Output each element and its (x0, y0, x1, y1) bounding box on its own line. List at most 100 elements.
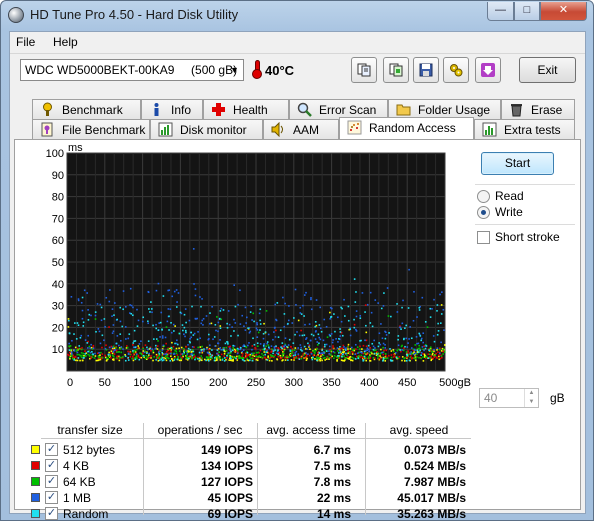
data-point (431, 352, 434, 355)
data-point (343, 350, 346, 353)
drive-select[interactable]: WDC WD5000BEKT-00KA9 (500 gB) ▼ (20, 59, 244, 81)
close-button[interactable]: ✕ (540, 2, 587, 21)
data-point (300, 313, 303, 315)
menu-help[interactable]: Help (53, 35, 78, 49)
data-point (436, 349, 438, 351)
data-point (157, 282, 160, 285)
data-point (255, 355, 258, 358)
data-point (353, 348, 355, 351)
minimize-button[interactable]: — (487, 2, 514, 21)
data-point (131, 357, 133, 360)
data-point (392, 349, 395, 351)
data-point (262, 332, 265, 335)
data-point (422, 341, 425, 344)
series-checkbox[interactable]: ✓ (45, 475, 58, 488)
tab-label: Info (171, 103, 192, 117)
data-point (249, 353, 252, 356)
data-point (223, 360, 226, 362)
title-bar[interactable]: HD Tune Pro 4.50 - Hard Disk Utility — □… (1, 1, 593, 29)
data-point (374, 299, 377, 301)
save-button[interactable] (413, 57, 439, 83)
data-point (112, 330, 115, 333)
tab-health[interactable]: Health (203, 99, 289, 119)
temperature-readout: 40°C (265, 63, 295, 78)
data-point (357, 357, 359, 360)
download-button[interactable] (475, 57, 501, 83)
data-point (136, 357, 138, 360)
data-point (367, 348, 370, 351)
data-point (151, 348, 153, 350)
series-checkbox[interactable]: ✓ (45, 459, 58, 472)
data-point (140, 356, 143, 359)
data-point (268, 359, 271, 362)
data-point (365, 339, 368, 342)
tab-random-access[interactable]: Random Access (339, 117, 474, 139)
data-point (219, 359, 222, 361)
data-point (271, 348, 273, 351)
random-access-chart: 10 20 30 40 50 60 70 80 90 100 ms 0 50 100 150 200 250 30… (46, 142, 471, 389)
read-radio[interactable] (477, 190, 490, 203)
tab-extra-tests[interactable]: Extra tests (474, 119, 575, 139)
tab-info[interactable]: Info (141, 99, 203, 119)
tab-benchmark[interactable]: Benchmark (32, 99, 141, 119)
table-row: ✓ 1 MB 45 IOPS 22 ms 45.017 MB/s (27, 490, 472, 506)
data-point (132, 342, 135, 344)
data-point (259, 323, 262, 325)
series-checkbox[interactable]: ✓ (45, 491, 58, 504)
data-point (438, 352, 441, 355)
data-point (397, 357, 400, 360)
data-point (239, 357, 242, 359)
data-point (199, 346, 202, 348)
write-radio[interactable] (477, 206, 490, 219)
data-point (100, 351, 102, 354)
access-time-cell: 14 ms (316, 507, 351, 521)
series-checkbox[interactable]: ✓ (45, 507, 58, 520)
iops-cell: 45 IOPS (207, 491, 253, 505)
tab-folder-usage[interactable]: Folder Usage (388, 99, 501, 119)
data-point (283, 313, 286, 315)
tab-aam[interactable]: AAM (263, 119, 339, 139)
short-stroke-size-input[interactable]: 40 ▲ ▼ (479, 388, 539, 408)
data-point (389, 348, 391, 350)
options-button[interactable] (443, 57, 469, 83)
y-tick-label: 70 (52, 213, 64, 225)
data-point (179, 311, 182, 314)
x-tick-label: 250 (247, 377, 265, 389)
tab-error-scan[interactable]: Error Scan (289, 99, 388, 119)
data-point (255, 351, 258, 354)
data-point (399, 326, 402, 329)
tab-label: Disk monitor (180, 123, 247, 137)
tab-disk-monitor[interactable]: Disk monitor (150, 119, 263, 139)
exit-button[interactable]: Exit (519, 57, 576, 83)
data-point (308, 323, 311, 325)
copy-screen-button[interactable] (383, 57, 409, 83)
data-point (157, 340, 159, 342)
data-point (266, 359, 269, 361)
data-point (83, 357, 85, 359)
copy-info-button[interactable] (351, 57, 377, 83)
data-point (293, 349, 296, 351)
spin-arrows-icon[interactable]: ▲ ▼ (524, 389, 538, 407)
data-point (436, 333, 439, 336)
data-point (256, 329, 259, 331)
data-point (259, 308, 262, 311)
series-checkbox[interactable]: ✓ (45, 443, 58, 456)
data-point (247, 344, 249, 347)
short-stroke-checkbox[interactable] (477, 231, 490, 244)
data-point (99, 354, 101, 356)
iops-cell: 127 IOPS (200, 475, 253, 489)
start-button[interactable]: Start (481, 152, 554, 175)
data-point (177, 292, 180, 294)
data-point (430, 355, 432, 358)
data-point (364, 304, 367, 306)
data-point (71, 355, 73, 357)
data-point (310, 308, 313, 311)
tab-erase[interactable]: Erase (501, 99, 575, 119)
data-point (87, 347, 89, 349)
data-point (423, 349, 425, 352)
maximize-button[interactable]: □ (514, 2, 540, 21)
tab-file-benchmark[interactable]: File Benchmark (32, 119, 150, 139)
data-point (250, 357, 252, 360)
menu-file[interactable]: File (16, 35, 35, 49)
data-point (309, 348, 311, 351)
